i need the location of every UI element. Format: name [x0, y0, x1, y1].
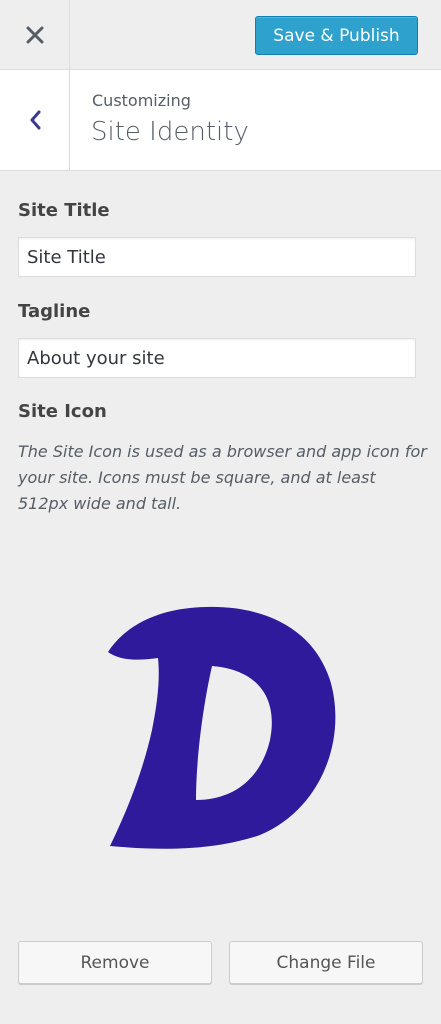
chevron-left-icon	[30, 110, 40, 130]
breadcrumb: Customizing	[92, 91, 191, 110]
site-icon-label: Site Icon	[18, 401, 107, 422]
page-title: Site Identity	[91, 117, 249, 147]
remove-button[interactable]: Remove	[18, 941, 212, 984]
close-icon	[26, 26, 43, 43]
save-publish-button[interactable]: Save & Publish	[255, 16, 418, 55]
tagline-input[interactable]	[18, 338, 416, 378]
site-title-label: Site Title	[18, 200, 110, 221]
section-header: Customizing Site Identity	[0, 70, 441, 171]
customizer-header: Save & Publish	[0, 0, 441, 70]
change-file-button[interactable]: Change File	[229, 941, 423, 984]
site-icon-preview	[108, 606, 336, 849]
close-button[interactable]	[0, 0, 70, 69]
site-title-input[interactable]	[18, 237, 416, 277]
back-button[interactable]	[0, 70, 70, 170]
site-icon-description: The Site Icon is used as a browser and a…	[18, 442, 427, 513]
tagline-label: Tagline	[18, 301, 91, 322]
